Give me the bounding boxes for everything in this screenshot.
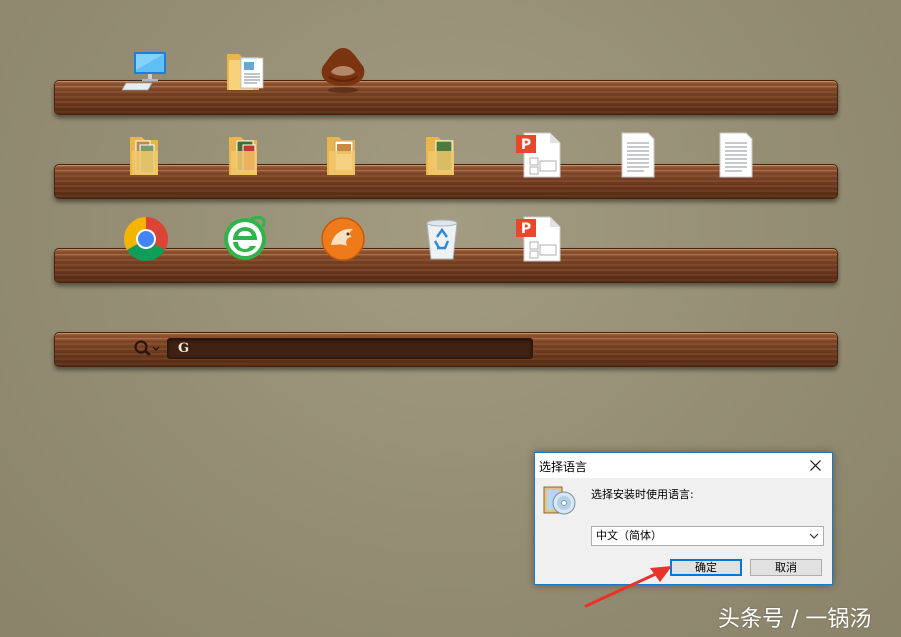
text-file-icon[interactable] [614,131,662,179]
folder-icon[interactable] [319,131,367,179]
search-input[interactable]: G [167,338,533,359]
watermark-text: 头条号 / 一锅汤 [718,607,872,632]
installer-cd-icon [542,483,576,517]
selected-language: 中文（简体） [596,529,662,542]
svg-text:P: P [521,221,531,237]
documents-folder-icon[interactable] [221,46,269,94]
annotation-arrow [584,566,672,608]
photo-folder-icon[interactable] [221,131,269,179]
recycle-bin-icon[interactable] [418,215,466,263]
ok-button[interactable]: 确定 [670,559,742,576]
chevron-down-icon [809,527,819,551]
presentation-file-icon[interactable]: P [516,215,564,263]
dialog-title: 选择语言 [539,460,588,474]
chrome-browser-icon[interactable] [122,215,170,263]
shelf-1 [54,80,838,115]
chestnut-app-icon[interactable] [319,46,367,94]
language-dialog: 选择语言 选择安装时使用语言: 中文（简体） 确定 取消 [534,452,833,585]
cancel-button[interactable]: 取消 [750,559,822,576]
search-icon[interactable] [133,339,161,357]
close-icon[interactable] [798,453,832,478]
cheetah-browser-icon[interactable] [319,215,367,263]
language-select[interactable]: 中文（简体） [591,526,824,546]
computer-icon[interactable] [122,46,170,94]
search-engine-logo: G [178,341,190,356]
folder-icon[interactable] [418,131,466,179]
dialog-prompt: 选择安装时使用语言: [591,488,694,501]
presentation-file-icon[interactable]: P [516,131,564,179]
dialog-titlebar[interactable]: 选择语言 [535,453,832,478]
photo-folder-icon[interactable] [122,131,170,179]
svg-text:P: P [521,137,531,153]
ie-browser-icon[interactable] [221,215,269,263]
text-file-icon[interactable] [712,131,760,179]
